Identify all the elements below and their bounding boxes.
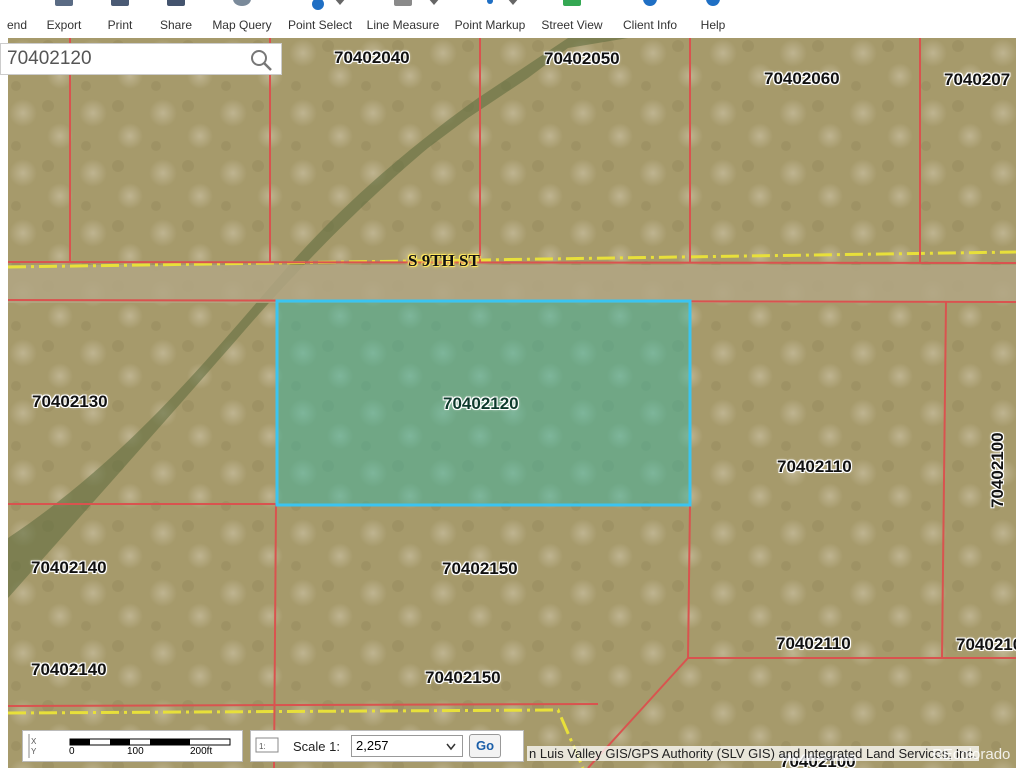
print-icon — [111, 0, 129, 6]
help-label: Help — [700, 18, 726, 32]
parcel-label[interactable]: 70402040 — [334, 48, 410, 68]
point-select-button[interactable]: Point Select — [288, 0, 352, 38]
line-measure-icon — [394, 0, 412, 6]
share-icon — [167, 0, 185, 6]
parcel-label[interactable]: 70402150 — [442, 559, 518, 579]
svg-text:X: X — [31, 737, 37, 746]
map-query-button[interactable]: Map Query — [212, 0, 272, 38]
share-label: Share — [159, 18, 193, 32]
line-measure-dropdown-icon[interactable] — [428, 0, 440, 5]
parcel-label[interactable]: 70402100 — [988, 432, 1008, 508]
point-markup-label: Point Markup — [454, 18, 526, 32]
street-view-icon — [563, 0, 581, 6]
map-attribution: n Luis Valley GIS/GPS Authority (SLV GIS… — [527, 746, 979, 761]
parcel-label[interactable]: 70402150 — [425, 668, 501, 688]
road-surface — [8, 265, 1016, 303]
point-markup-button[interactable]: Point Markup — [455, 0, 525, 38]
scalebar-tick-0: 0 — [69, 746, 75, 757]
xy-coordinates-icon[interactable]: X Y — [25, 732, 65, 762]
scale-icon: 1: — [255, 737, 279, 753]
map-query-icon — [233, 0, 251, 6]
parcel-search-box — [0, 43, 282, 75]
parcel-label[interactable]: 70402050 — [544, 49, 620, 69]
selected-parcel-label[interactable]: 70402120 — [443, 394, 519, 414]
go-button[interactable]: Go — [469, 734, 501, 758]
street-view-button[interactable]: Street View — [541, 0, 603, 38]
map-query-label: Map Query — [212, 18, 272, 32]
scale-label: Scale 1: — [293, 739, 340, 754]
legend-label: end — [6, 18, 28, 32]
parcel-label[interactable]: 70402140 — [31, 558, 107, 578]
share-button[interactable]: Share — [158, 0, 194, 38]
client-info-label: Client Info — [622, 18, 678, 32]
map-view[interactable]: 70402040 70402050 70402060 7040207 S 9TH… — [8, 38, 1016, 768]
point-select-dropdown-icon[interactable] — [334, 0, 346, 5]
legend-button[interactable]: end — [0, 0, 34, 38]
street-label: S 9TH ST — [408, 251, 480, 270]
parcel-label[interactable]: 70402060 — [764, 69, 840, 89]
map-status-bar: X Y 0 100 200ft 1: Scale 1: 2,257 Go n L… — [22, 702, 1024, 763]
parcel-label[interactable]: 7040207 — [944, 70, 1010, 90]
parcel-label[interactable]: 70402130 — [32, 392, 108, 412]
parcel-label[interactable]: 70402140 — [31, 660, 107, 680]
export-icon — [55, 0, 73, 6]
parcel-label[interactable]: 70402110 — [777, 457, 852, 477]
toolbar: end Export Print Share Map Query Point S… — [0, 0, 1024, 38]
chevron-down-icon — [446, 743, 456, 751]
search-icon[interactable] — [249, 48, 273, 72]
print-button[interactable]: Print — [104, 0, 136, 38]
point-markup-icon — [487, 0, 493, 4]
scalebar-graphic — [69, 738, 231, 746]
scale-select[interactable]: 2,257 — [351, 735, 463, 757]
export-button[interactable]: Export — [44, 0, 84, 38]
point-select-icon — [312, 0, 324, 10]
street-view-label: Street View — [541, 18, 603, 32]
help-icon — [706, 0, 720, 6]
line-measure-button[interactable]: Line Measure — [366, 0, 440, 38]
client-info-icon — [643, 0, 657, 6]
scalebar-tick-100: 100 — [127, 746, 144, 757]
point-select-label: Point Select — [287, 18, 353, 32]
print-label: Print — [107, 18, 133, 32]
line-measure-label: Line Measure — [366, 18, 440, 32]
svg-text:1:: 1: — [259, 742, 266, 751]
svg-text:Y: Y — [31, 747, 37, 756]
scale-value: 2,257 — [356, 738, 389, 753]
parcel-search-input[interactable] — [1, 47, 239, 71]
watermark: REcolorado — [932, 746, 1011, 763]
scalebar: X Y 0 100 200ft — [22, 730, 243, 762]
scale-control: 1: Scale 1: 2,257 Go — [250, 730, 524, 762]
export-label: Export — [46, 18, 82, 32]
point-markup-dropdown-icon[interactable] — [507, 0, 519, 5]
client-info-button[interactable]: Client Info — [622, 0, 678, 38]
help-button[interactable]: Help — [698, 0, 728, 38]
parcel-label[interactable]: 7040210 — [956, 635, 1016, 655]
parcel-label[interactable]: 70402110 — [776, 634, 851, 654]
scalebar-tick-200ft: 200ft — [190, 746, 213, 757]
